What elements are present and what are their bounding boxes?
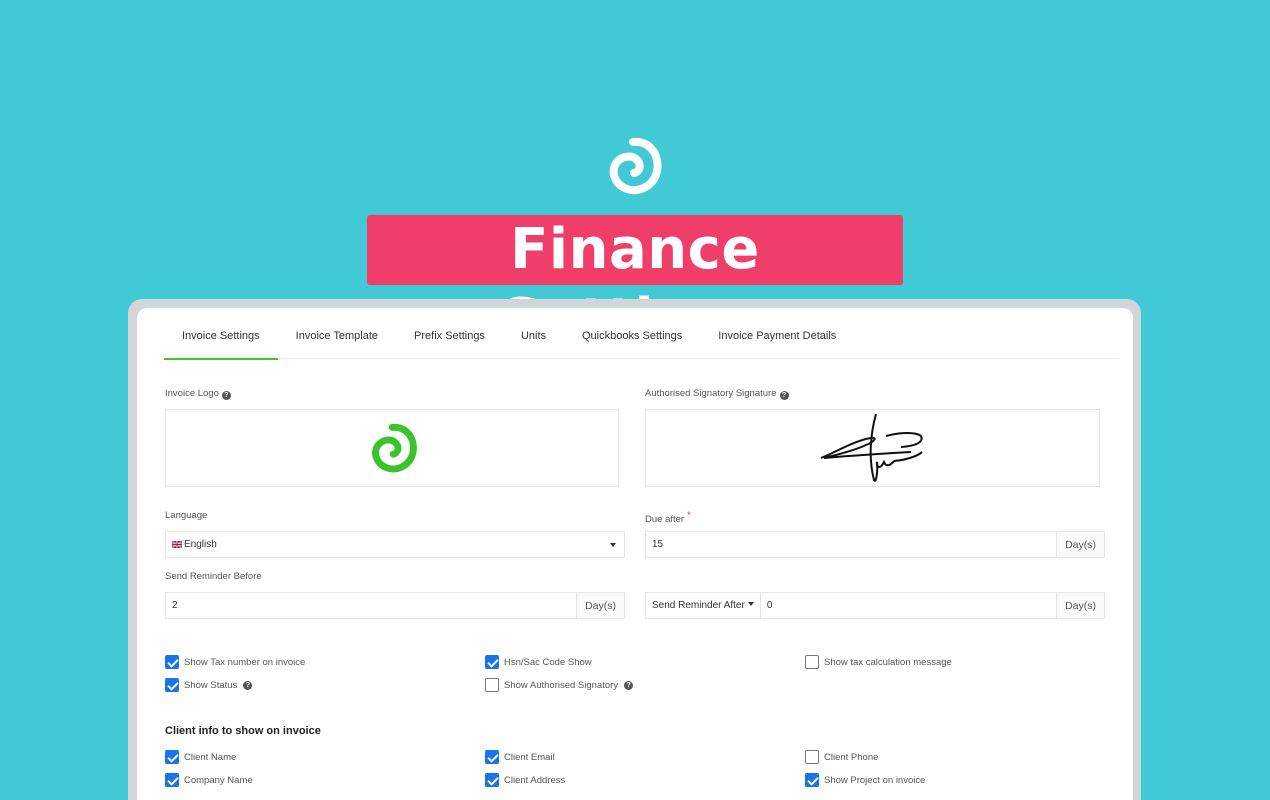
due-after-value[interactable]: 15 — [646, 539, 1056, 550]
option-label: Company Name — [184, 774, 253, 786]
signature-label: Authorised Signatory Signature? — [645, 388, 789, 400]
due-after-label: Due after * — [645, 510, 691, 525]
chevron-down-icon — [747, 602, 754, 606]
reminder-before-value[interactable]: 2 — [166, 600, 576, 611]
language-label: Language — [165, 510, 208, 521]
reminder-after-input[interactable]: Send Reminder After 0 Day(s) — [645, 592, 1105, 619]
page-title: Finance Settings — [367, 215, 903, 352]
option-label: Client Phone — [824, 751, 879, 763]
option-label: Show Status — [184, 679, 238, 691]
uk-flag-icon — [172, 541, 182, 548]
tab-invoice-payment-details[interactable]: Invoice Payment Details — [700, 308, 854, 359]
invoice-logo-upload[interactable] — [165, 409, 619, 487]
tab-invoice-settings[interactable]: Invoice Settings — [164, 308, 278, 360]
required-mark: * — [687, 510, 691, 520]
checkbox-checked[interactable] — [485, 773, 499, 787]
checkbox-checked[interactable] — [485, 655, 499, 669]
checkbox-checked[interactable] — [165, 678, 179, 692]
option-label: Show Project on invoice — [824, 774, 926, 786]
option-label: Client Address — [504, 774, 566, 786]
due-after-label-text: Due after — [645, 514, 685, 525]
client-info-title: Client info to show on invoice — [165, 725, 321, 737]
reminder-before-unit: Day(s) — [576, 593, 624, 618]
option-label: Show tax calculation message — [824, 656, 952, 668]
show-project-option[interactable]: Show Project on invoice — [805, 773, 925, 787]
tab-units[interactable]: Units — [503, 308, 564, 359]
help-icon[interactable]: ? — [624, 680, 634, 690]
reminder-after-select[interactable]: Send Reminder After — [646, 593, 761, 618]
option-hsn-sac-code[interactable]: Hsn/Sac Code Show — [485, 655, 592, 669]
checkbox-unchecked[interactable] — [805, 655, 819, 669]
signature-image — [820, 413, 923, 482]
tab-quickbooks-settings[interactable]: Quickbooks Settings — [564, 308, 700, 359]
settings-tabs: Invoice Settings Invoice Template Prefix… — [164, 308, 1119, 360]
reminder-before-label: Send Reminder Before — [165, 571, 262, 582]
option-label: Client Name — [184, 751, 237, 763]
client-name-option[interactable]: Client Name — [165, 750, 236, 764]
tab-invoice-template[interactable]: Invoice Template — [278, 308, 396, 359]
checkbox-checked[interactable] — [165, 655, 179, 669]
checkbox-checked[interactable] — [165, 750, 179, 764]
reminder-after-value[interactable]: 0 — [761, 600, 1056, 611]
brand-logo-icon — [609, 137, 662, 194]
due-after-input[interactable]: 15 Day(s) — [645, 531, 1105, 558]
company-name-option[interactable]: Company Name — [165, 773, 253, 787]
client-email-option[interactable]: Client Email — [485, 750, 555, 764]
signature-upload[interactable] — [645, 409, 1100, 487]
option-label: Show Authorised Signatory — [504, 679, 619, 691]
reminder-before-input[interactable]: 2 Day(s) — [165, 592, 625, 619]
option-show-tax-number[interactable]: Show Tax number on invoice — [165, 655, 305, 669]
invoice-logo-label: Invoice Logo? — [165, 388, 231, 400]
signature-label-text: Authorised Signatory Signature — [645, 388, 777, 399]
language-select[interactable]: English — [165, 531, 625, 558]
help-icon[interactable]: ? — [243, 680, 253, 690]
settings-panel: Invoice Settings Invoice Template Prefix… — [137, 308, 1133, 800]
client-phone-option[interactable]: Client Phone — [805, 750, 878, 764]
tab-prefix-settings[interactable]: Prefix Settings — [396, 308, 503, 359]
checkbox-unchecked[interactable] — [485, 678, 499, 692]
help-icon[interactable]: ? — [779, 391, 789, 400]
option-label: Client Email — [504, 751, 555, 763]
option-label: Hsn/Sac Code Show — [504, 656, 592, 668]
option-show-tax-calc-message[interactable]: Show tax calculation message — [805, 655, 952, 669]
reminder-after-unit: Day(s) — [1056, 593, 1104, 618]
checkbox-unchecked[interactable] — [805, 750, 819, 764]
due-after-unit: Day(s) — [1056, 532, 1104, 557]
checkbox-checked[interactable] — [805, 773, 819, 787]
language-value: English — [184, 539, 217, 550]
option-label: Show Tax number on invoice — [184, 656, 306, 668]
reminder-after-select-label: Send Reminder After — [652, 600, 745, 611]
chevron-down-icon — [610, 542, 616, 547]
checkbox-checked[interactable] — [485, 750, 499, 764]
help-icon[interactable]: ? — [221, 391, 231, 400]
option-show-status[interactable]: Show Status? — [165, 678, 253, 692]
invoice-logo-label-text: Invoice Logo — [165, 388, 219, 399]
checkbox-checked[interactable] — [165, 773, 179, 787]
invoice-logo-icon — [372, 423, 417, 473]
option-show-authorised-signatory[interactable]: Show Authorised Signatory? — [485, 678, 634, 692]
client-address-option[interactable]: Client Address — [485, 773, 565, 787]
